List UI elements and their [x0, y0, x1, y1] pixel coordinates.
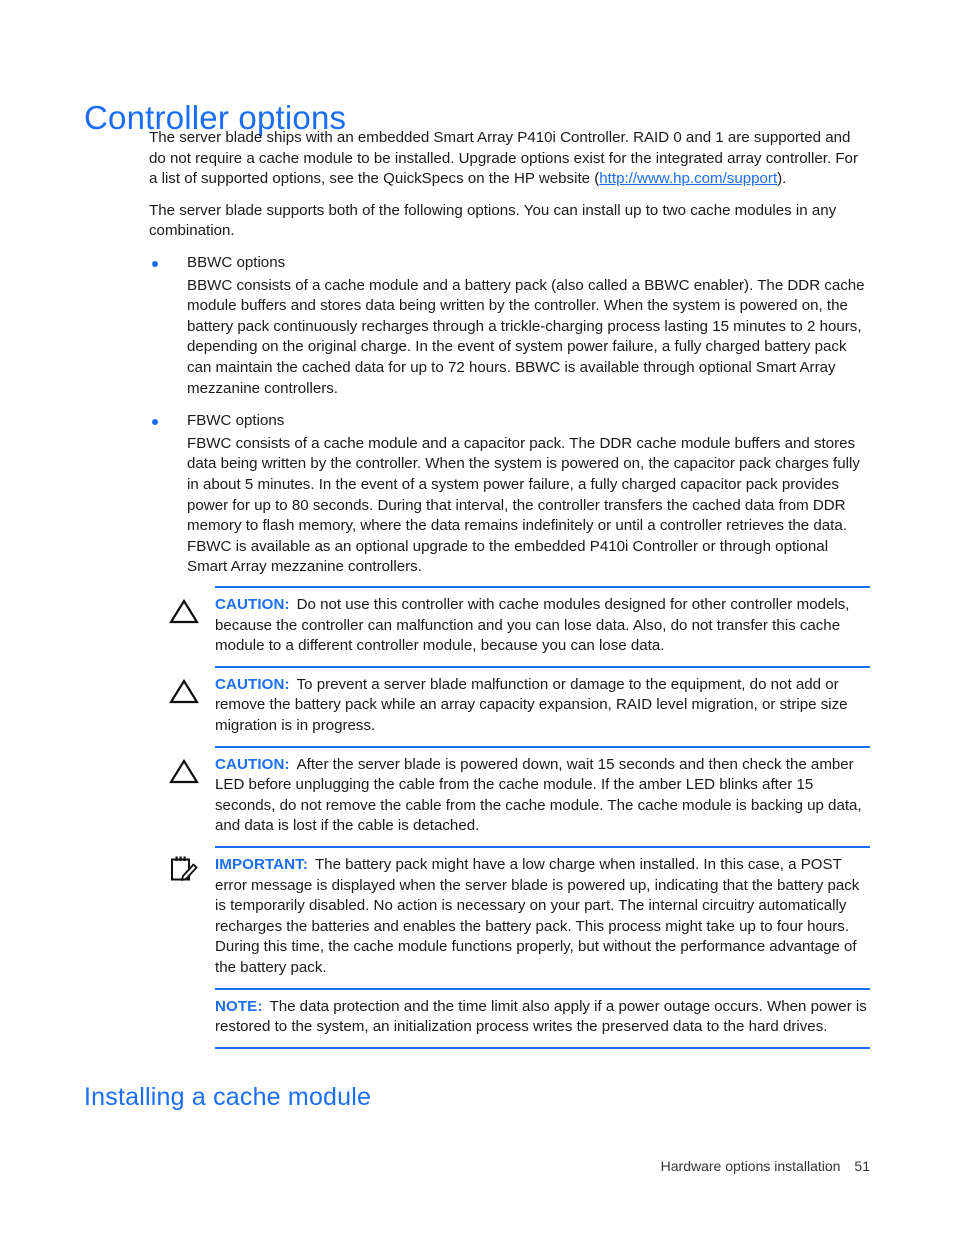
intro-paragraph-1: The server blade ships with an embedded …	[149, 128, 870, 190]
page-footer: Hardware options installation 51	[661, 1158, 870, 1174]
section-title-installing-cache-module: Installing a cache module	[84, 1082, 372, 1111]
admonition-label: CAUTION:	[215, 675, 290, 693]
admonition-label: CAUTION:	[215, 596, 290, 613]
list-item: BBWC options	[149, 253, 870, 274]
intro-paragraph-2: The server blade supports both of the fo…	[149, 201, 837, 240]
admonition-caution-3: CAUTION: After the server blade is powere…	[149, 745, 870, 848]
footer-page-number: 51	[854, 1158, 870, 1174]
document-page: Controller options The server blade ship…	[0, 0, 954, 1235]
admonition-text: To prevent a server blade malfunction or…	[215, 675, 848, 734]
admonition-caution-1: CAUTION: Do not use this controller with …	[149, 586, 870, 668]
bullet-dot-icon	[152, 260, 158, 267]
admonition-body: CAUTION: Do not use this controller with …	[215, 595, 870, 657]
bullet-label-fbwc: FBWC options	[187, 412, 285, 430]
bullet-body-bbwc: BBWC consists of a cache module and a ba…	[187, 276, 865, 397]
admonition-label: IMPORTANT:	[215, 855, 308, 873]
footer-chapter-label: Hardware options installation	[660, 1158, 841, 1174]
document-body: The server blade ships with an embedded …	[149, 128, 870, 590]
admonition-stack: CAUTION: Do not use this controller with …	[149, 586, 870, 1049]
admonition-text: Do not use this controller with cache mo…	[215, 596, 850, 655]
admonition-label: NOTE:	[215, 997, 263, 1015]
admonition-label: CAUTION:	[215, 755, 290, 773]
admonition-text: After the server blade is powered down, …	[215, 755, 862, 835]
bullet-label-bbwc: BBWC options	[187, 253, 286, 271]
admonition-body: CAUTION: To prevent a server blade malfun…	[215, 675, 870, 737]
notepad-pencil-icon	[167, 854, 201, 884]
intro-text-after-link: ).	[777, 170, 787, 188]
admonition-text: The battery pack might have a low charge…	[215, 855, 860, 976]
bullet-dot-icon	[152, 419, 158, 426]
admonition-text: The data protection and the time limit a…	[215, 997, 867, 1036]
bullet-body-fbwc: FBWC consists of a cache module and a ca…	[187, 434, 860, 576]
warning-triangle-icon	[167, 596, 201, 626]
warning-triangle-icon	[167, 756, 201, 786]
admonition-caution-2: CAUTION: To prevent a server blade malfun…	[149, 665, 870, 748]
list-item: FBWC options	[149, 411, 870, 432]
admonition-note: NOTE: The data protection and the time li…	[149, 987, 870, 1049]
admonition-body: CAUTION: After the server blade is powere…	[215, 755, 870, 837]
hp-support-link[interactable]: http://www.hp.com/support	[599, 170, 777, 187]
admonition-body: IMPORTANT: The battery pack might have a …	[215, 855, 870, 979]
warning-triangle-icon	[167, 676, 201, 706]
admonition-important: IMPORTANT: The battery pack might have a …	[149, 845, 870, 990]
admonition-body: NOTE: The data protection and the time li…	[215, 997, 870, 1038]
